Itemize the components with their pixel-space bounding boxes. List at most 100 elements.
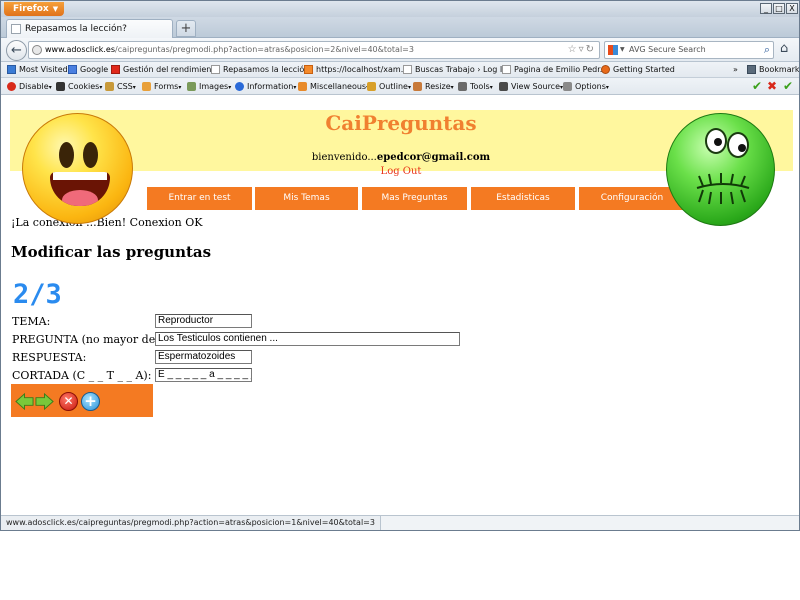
forms-icon bbox=[142, 82, 151, 91]
url-bar[interactable]: www.adosclick.es/caipreguntas/pregmodi.p… bbox=[28, 41, 600, 59]
dev-view-source-menu[interactable]: View Source▾ bbox=[499, 78, 563, 96]
chevron-down-icon[interactable]: ▼ bbox=[620, 42, 625, 58]
images-icon bbox=[187, 82, 196, 91]
disable-icon bbox=[7, 82, 16, 91]
action-bar: ✕ + bbox=[11, 384, 153, 417]
url-host: www.adosclick.es bbox=[45, 45, 115, 54]
status-url: www.adosclick.es/caipreguntas/pregmodi.p… bbox=[1, 516, 381, 530]
xampp-icon bbox=[304, 65, 313, 74]
menu-entrar-en-test[interactable]: Entrar en test bbox=[147, 187, 252, 210]
tema-input[interactable]: Reproductor bbox=[155, 314, 252, 328]
error-icon[interactable]: ✖ bbox=[767, 79, 777, 94]
new-tab-button[interactable]: + bbox=[176, 20, 196, 37]
dev-tools-menu[interactable]: Tools▾ bbox=[458, 78, 493, 96]
close-window-button[interactable]: X bbox=[786, 3, 798, 14]
page-content: CaiPreguntas bienvenido...epedcor@gmail.… bbox=[1, 96, 799, 515]
search-bar[interactable]: ▼ AVG Secure Search ⌕ bbox=[604, 41, 774, 59]
url-path: /caipreguntas/pregmodi.php?action=atras&… bbox=[115, 45, 414, 54]
sick-eye bbox=[705, 128, 727, 154]
dev-options-menu[interactable]: Options▾ bbox=[563, 78, 609, 96]
page-icon bbox=[211, 65, 220, 74]
respuesta-label: RESPUESTA: bbox=[12, 351, 87, 364]
tools-icon bbox=[458, 82, 467, 91]
cookies-icon bbox=[56, 82, 65, 91]
connection-status: ¡La conexion ...Bien! Conexion OK bbox=[11, 216, 203, 229]
search-icon[interactable]: ⌕ bbox=[764, 42, 770, 58]
valid-icon[interactable]: ✔ bbox=[783, 79, 793, 94]
status-bar: www.adosclick.es/caipreguntas/pregmodi.p… bbox=[1, 515, 799, 530]
options-icon bbox=[563, 82, 572, 91]
user-email: epedcor@gmail.com bbox=[376, 152, 491, 163]
title-bar: Firefox ▼ _ □ X bbox=[1, 1, 799, 17]
dropdown-icon[interactable]: ▿ bbox=[579, 44, 586, 55]
dev-css-menu[interactable]: CSS▾ bbox=[105, 78, 136, 96]
navigation-bar: ← www.adosclick.es/caipreguntas/pregmodi… bbox=[1, 38, 799, 62]
bookmark-star-icon[interactable]: ☆ bbox=[568, 44, 579, 55]
check-icon[interactable]: ✔ bbox=[752, 79, 762, 94]
arrow-right-icon[interactable] bbox=[35, 392, 54, 411]
view-source-icon bbox=[499, 82, 508, 91]
cortada-input[interactable]: E _ _ _ _ _ a _ _ _ _ _ _ bbox=[155, 368, 252, 382]
tema-label: TEMA: bbox=[12, 315, 51, 328]
dev-information-menu[interactable]: Information▾ bbox=[235, 78, 296, 96]
firefox-icon bbox=[601, 65, 610, 74]
bookmark-gestion[interactable]: Gestión del rendimien... bbox=[111, 62, 219, 78]
back-button[interactable]: ← bbox=[6, 40, 27, 61]
bookmark-pagina-emilio[interactable]: Pagina de Emilio Pedr... bbox=[502, 62, 607, 78]
firefox-menu-button[interactable]: Firefox ▼ bbox=[4, 2, 64, 16]
bookmarks-overflow-button[interactable]: » bbox=[733, 62, 738, 78]
css-icon bbox=[105, 82, 114, 91]
dev-resize-menu[interactable]: Resize▾ bbox=[413, 78, 454, 96]
sick-mouth-icon bbox=[696, 173, 750, 205]
respuesta-input[interactable]: Espermatozoides bbox=[155, 350, 252, 364]
miscellaneous-icon bbox=[298, 82, 307, 91]
arrow-left-icon[interactable] bbox=[15, 392, 34, 411]
menu-mas-preguntas[interactable]: Mas Preguntas bbox=[362, 187, 467, 210]
bookmark-most-visited[interactable]: Most Visited bbox=[7, 62, 68, 78]
smiley-eye bbox=[83, 142, 98, 168]
question-counter: 2/3 bbox=[13, 279, 62, 310]
delete-icon[interactable]: ✕ bbox=[59, 392, 78, 411]
resize-icon bbox=[413, 82, 422, 91]
bookmarks-toolbar: Most Visited Google Gestión del rendimie… bbox=[1, 62, 799, 78]
cortada-label: CORTADA (C _ _ T _ _ A): bbox=[12, 369, 152, 382]
office-icon bbox=[111, 65, 120, 74]
dev-outline-menu[interactable]: Outline▾ bbox=[367, 78, 411, 96]
google-icon bbox=[68, 65, 77, 74]
dev-disable-menu[interactable]: Disable▾ bbox=[7, 78, 52, 96]
dev-miscellaneous-menu[interactable]: Miscellaneous▾ bbox=[298, 78, 369, 96]
outline-icon bbox=[367, 82, 376, 91]
search-engine-icon[interactable] bbox=[608, 45, 618, 55]
bookmark-repasamos[interactable]: Repasamos la lección? bbox=[211, 62, 314, 78]
information-icon bbox=[235, 82, 244, 91]
tab-current[interactable]: Repasamos la lección? bbox=[6, 19, 173, 38]
bookmarks-menu-button[interactable]: Bookmarks bbox=[747, 62, 799, 78]
reload-icon[interactable]: ↻ bbox=[586, 44, 596, 55]
sick-eye bbox=[727, 132, 749, 158]
browser-window: Firefox ▼ _ □ X Repasamos la lección? + ←… bbox=[0, 0, 800, 531]
bookmark-google[interactable]: Google bbox=[68, 62, 108, 78]
bookmark-buscas-trabajo[interactable]: Buscas Trabajo › Log In bbox=[403, 62, 507, 78]
home-icon[interactable]: ⌂ bbox=[780, 42, 794, 56]
most-visited-icon bbox=[7, 65, 16, 74]
add-icon[interactable]: + bbox=[81, 392, 100, 411]
bookmark-getting-started[interactable]: Getting Started bbox=[601, 62, 675, 78]
dev-cookies-menu[interactable]: Cookies▾ bbox=[56, 78, 102, 96]
globe-icon bbox=[32, 45, 42, 55]
bookmark-localhost[interactable]: https://localhost/xam... bbox=[304, 62, 408, 78]
pregunta-input[interactable]: Los Testiculos contienen ... bbox=[155, 332, 460, 346]
dev-forms-menu[interactable]: Forms▾ bbox=[142, 78, 181, 96]
page-icon bbox=[502, 65, 511, 74]
web-developer-toolbar: Disable▾ Cookies▾ CSS▾ Forms▾ Images▾ In… bbox=[1, 78, 799, 95]
smiley-eye bbox=[59, 142, 74, 168]
bookmarks-icon bbox=[747, 65, 756, 74]
search-placeholder: AVG Secure Search bbox=[629, 45, 706, 54]
smiley-mouth bbox=[50, 172, 110, 206]
laughing-smiley-icon bbox=[22, 113, 133, 224]
menu-estadisticas[interactable]: Estadisticas bbox=[471, 187, 575, 210]
tab-strip: Repasamos la lección? + bbox=[1, 17, 799, 38]
maximize-button[interactable]: □ bbox=[773, 3, 785, 14]
dev-images-menu[interactable]: Images▾ bbox=[187, 78, 231, 96]
menu-mis-temas[interactable]: Mis Temas bbox=[255, 187, 358, 210]
minimize-button[interactable]: _ bbox=[760, 3, 772, 14]
